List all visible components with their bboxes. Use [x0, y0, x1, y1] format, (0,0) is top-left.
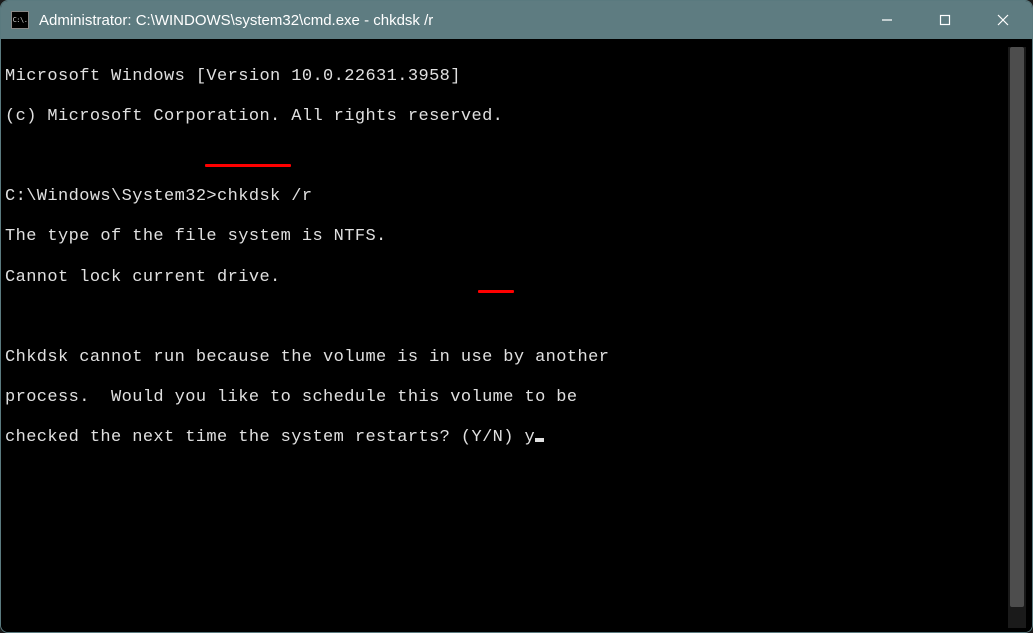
cursor-icon — [535, 438, 544, 442]
output-line: The type of the file system is NTFS. — [5, 227, 994, 247]
scrollbar-thumb[interactable] — [1010, 47, 1024, 607]
output-blank — [5, 308, 994, 328]
output-blank — [5, 147, 994, 167]
annotation-underline-command — [205, 164, 291, 167]
minimize-button[interactable] — [858, 1, 916, 39]
output-line: Chkdsk cannot run because the volume is … — [5, 348, 994, 368]
output-line: process. Would you like to schedule this… — [5, 388, 994, 408]
output-line: (c) Microsoft Corporation. All rights re… — [5, 107, 994, 127]
cmd-app-icon: C:\. — [11, 11, 29, 29]
close-icon — [997, 14, 1009, 26]
output-line: checked the next time the system restart… — [5, 428, 994, 448]
prompt-line: C:\Windows\System32>chkdsk /r — [5, 187, 994, 207]
maximize-icon — [939, 14, 951, 26]
minimize-icon — [881, 14, 893, 26]
cmd-window: C:\. Administrator: C:\WINDOWS\system32\… — [0, 0, 1033, 633]
user-response: y — [524, 428, 535, 447]
window-title: Administrator: C:\WINDOWS\system32\cmd.e… — [39, 12, 858, 29]
window-controls — [858, 1, 1032, 39]
maximize-button[interactable] — [916, 1, 974, 39]
scrollbar-track[interactable] — [1008, 47, 1026, 628]
annotation-underline-response — [478, 290, 514, 293]
output-line: Microsoft Windows [Version 10.0.22631.39… — [5, 67, 994, 87]
restart-prompt-text: checked the next time the system restart… — [5, 428, 524, 447]
terminal-area[interactable]: Microsoft Windows [Version 10.0.22631.39… — [1, 39, 1032, 632]
output-line: Cannot lock current drive. — [5, 268, 994, 288]
terminal-output: Microsoft Windows [Version 10.0.22631.39… — [5, 47, 1008, 628]
close-button[interactable] — [974, 1, 1032, 39]
titlebar[interactable]: C:\. Administrator: C:\WINDOWS\system32\… — [1, 1, 1032, 39]
typed-command: chkdsk /r — [217, 187, 312, 206]
prompt-path: C:\Windows\System32> — [5, 187, 217, 206]
